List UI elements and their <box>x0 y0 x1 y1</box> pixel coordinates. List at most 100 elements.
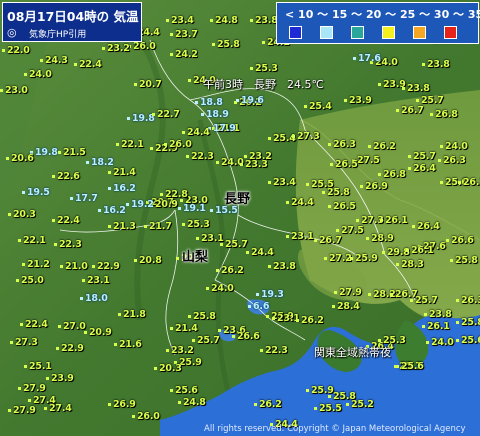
station-temperature: 23.4 <box>273 177 296 188</box>
station-reading: 26.5 <box>330 160 358 170</box>
station-marker-icon <box>268 181 271 184</box>
station-reading: 25.4 <box>304 102 332 112</box>
station-reading: 24.0 <box>24 70 52 80</box>
station-marker-icon <box>426 341 429 344</box>
station-reading: 24.0 <box>206 284 234 294</box>
station-reading: 17.7 <box>70 194 98 204</box>
station-reading: 21.8 <box>118 310 146 320</box>
station-reading: 24.4 <box>246 248 274 258</box>
station-marker-icon <box>306 389 309 392</box>
station-temperature: 20.6 <box>11 153 34 164</box>
station-reading: 27.3 <box>10 338 38 348</box>
station-marker-icon <box>164 143 167 146</box>
station-temperature: 25.6 <box>175 385 198 396</box>
station-temperature: 22.1 <box>121 139 144 150</box>
station-reading: 21.5 <box>58 148 86 158</box>
station-marker-icon <box>210 19 213 22</box>
station-reading: 20.6 <box>6 154 34 164</box>
station-temperature: 23.2 <box>107 43 130 54</box>
station-marker-icon <box>438 159 441 162</box>
station-marker-icon <box>412 225 415 228</box>
station-marker-icon <box>0 89 3 92</box>
station-marker-icon <box>286 201 289 204</box>
station-reading: 27.4 <box>44 404 72 414</box>
station-marker-icon <box>188 315 191 318</box>
station-temperature: 23.3 <box>245 159 268 170</box>
legend-swatch-2 <box>320 26 333 39</box>
station-temperature: 6.6 <box>253 301 270 312</box>
station-marker-icon <box>22 263 25 266</box>
station-temperature: 25.7 <box>197 335 220 346</box>
station-reading: 26.4 <box>412 222 440 232</box>
station-reading: 25.9 <box>350 254 378 264</box>
station-temperature: 25.9 <box>355 253 378 264</box>
station-marker-icon <box>292 135 295 138</box>
prefecture-label-nagano: 長野 <box>224 192 251 207</box>
station-temperature: 25.4 <box>309 101 332 112</box>
station-reading: 18.2 <box>86 158 114 168</box>
station-temperature: 21.0 <box>65 261 88 272</box>
station-reading: 28.9 <box>366 234 394 244</box>
station-marker-icon <box>18 239 21 242</box>
station-marker-icon <box>456 299 459 302</box>
station-reading: 24.2 <box>170 50 198 60</box>
station-temperature: 20.3 <box>159 363 182 374</box>
station-marker-icon <box>356 219 359 222</box>
station-temperature: 25.8 <box>333 391 356 402</box>
station-temperature: 22.3 <box>59 239 82 250</box>
station-temperature: 26.0 <box>133 41 156 52</box>
station-reading: 23.4 <box>268 178 296 188</box>
station-marker-icon <box>24 73 27 76</box>
station-temperature: 23.2 <box>171 345 194 356</box>
station-reading: 22.1 <box>116 140 144 150</box>
station-temperature: 25.6 <box>461 335 480 346</box>
station-reading: 20.9 <box>150 200 178 210</box>
station-marker-icon <box>422 325 425 328</box>
station-reading: 25.8 <box>322 188 350 198</box>
station-temperature: 22.1 <box>23 235 46 246</box>
station-marker-icon <box>70 197 73 200</box>
station-reading: 28.3 <box>396 260 424 270</box>
station-temperature: 26.5 <box>333 201 356 212</box>
station-temperature: 25.0 <box>21 275 44 286</box>
station-temperature: 16.2 <box>103 205 126 216</box>
station-temperature: 24.0 <box>29 69 52 80</box>
temperature-map: 24.523.424.823.823.724.423.726.025.824.1… <box>0 0 480 436</box>
station-reading: 23.7 <box>170 30 198 40</box>
copyright-notice: All rights reserved. Copyright © Japan M… <box>204 424 466 434</box>
station-marker-icon <box>56 347 59 350</box>
station-marker-icon <box>6 157 9 160</box>
station-reading: 19.8 <box>30 148 58 158</box>
station-marker-icon <box>334 291 337 294</box>
station-reading: 22.6 <box>52 172 80 182</box>
station-temperature: 23.8 <box>427 59 450 70</box>
station-reading: 23.8 <box>268 262 296 272</box>
station-reading: 25.8 <box>188 312 216 322</box>
station-temperature: 22.9 <box>61 343 84 354</box>
station-reading: 22.3 <box>54 240 82 250</box>
station-marker-icon <box>402 87 405 90</box>
station-temperature: 19.2 <box>131 199 154 210</box>
station-temperature: 23.8 <box>273 261 296 272</box>
station-marker-icon <box>440 145 443 148</box>
station-temperature: 23.7 <box>175 29 198 40</box>
station-reading: 27.3 <box>292 132 320 142</box>
station-temperature: 25.7 <box>413 151 436 162</box>
station-temperature: 27.0 <box>63 321 86 332</box>
station-temperature: 23.9 <box>51 373 74 384</box>
station-temperature: 22.4 <box>25 319 48 330</box>
station-marker-icon <box>98 209 101 212</box>
station-marker-icon <box>424 313 427 316</box>
station-reading: 22.3 <box>260 346 288 356</box>
station-marker-icon <box>46 377 49 380</box>
station-temperature: 19.1 <box>183 203 206 214</box>
station-marker-icon <box>108 171 111 174</box>
kanto-tropical-night-note: 関東全域熱帯夜 <box>314 346 391 359</box>
station-marker-icon <box>134 83 137 86</box>
station-marker-icon <box>178 401 181 404</box>
station-reading: 22.4 <box>52 216 80 226</box>
station-marker-icon <box>16 279 19 282</box>
station-reading: 22.4 <box>20 320 48 330</box>
station-marker-icon <box>332 305 335 308</box>
station-temperature: 22.4 <box>57 215 80 226</box>
